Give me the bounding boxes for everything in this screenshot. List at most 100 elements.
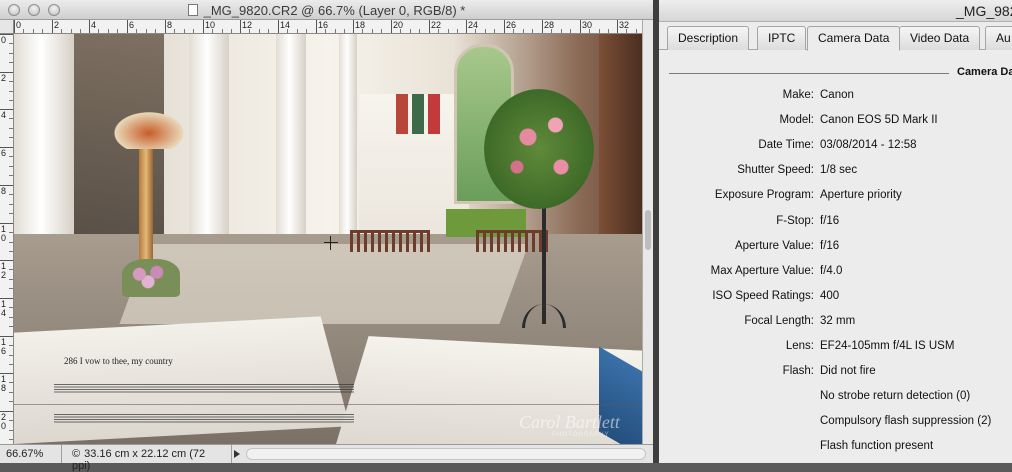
- tab-description[interactable]: Description: [667, 26, 750, 50]
- ruler-tick: [52, 20, 53, 33]
- ruler-tick: [429, 20, 430, 33]
- file-info-titlebar: _MG_9820: [659, 0, 1012, 22]
- ruler-tick: [165, 20, 166, 33]
- field-label: F-Stop:: [776, 215, 814, 227]
- zoom-level-field[interactable]: 66.67%: [0, 445, 62, 463]
- field-label: Exposure Program:: [714, 189, 814, 201]
- field-value[interactable]: Compulsory flash suppression (2): [820, 415, 991, 427]
- ruler-label: 6: [129, 20, 135, 30]
- photo-pillar: [339, 34, 357, 254]
- field-row: Shutter Speed: 1/8 sec: [659, 162, 1012, 180]
- tab-camera-data[interactable]: Camera Data: [807, 26, 901, 51]
- field-row: Flash: Did not fire: [659, 363, 1012, 381]
- ruler-label: 8: [1, 186, 7, 196]
- document-size: 33.16 cm x 22.12 cm (72 ppi): [72, 448, 206, 472]
- scroll-thumb[interactable]: [645, 210, 651, 250]
- file-info-tabs: Description IPTC Camera Data Video Data Au: [659, 26, 1012, 51]
- field-label: Focal Length:: [744, 315, 814, 327]
- field-label: Max Aperture Value:: [710, 265, 814, 277]
- photo-music-staff: [54, 414, 354, 424]
- photo-altar-rail: [476, 230, 548, 252]
- photo-banner: [412, 94, 424, 134]
- ruler-label: 22: [431, 20, 442, 30]
- tab-video-data[interactable]: Video Data: [899, 26, 981, 50]
- field-value[interactable]: Did not fire: [820, 365, 876, 377]
- field-row: Compulsory flash suppression (2): [659, 413, 1012, 431]
- ruler-tick: [89, 20, 90, 33]
- field-row: Lens: EF24-105mm f/4L IS USM: [659, 338, 1012, 356]
- ruler-label: 4: [1, 110, 7, 120]
- guide-line[interactable]: [14, 404, 642, 405]
- field-row: Aperture Value: f/16: [659, 238, 1012, 256]
- field-value[interactable]: Flash function present: [820, 440, 933, 452]
- ruler-tick: [127, 20, 128, 33]
- tab-iptc[interactable]: IPTC: [757, 26, 807, 50]
- ruler-label: 20: [393, 20, 404, 30]
- field-value[interactable]: Canon EOS 5D Mark II: [820, 114, 938, 126]
- ruler-label: 18: [355, 20, 366, 30]
- photo-banner: [396, 94, 408, 134]
- section-title: Camera Dat: [957, 66, 1012, 78]
- ruler-label: 1 6: [1, 337, 7, 356]
- photo-eagle-lectern: [109, 109, 189, 149]
- ruler-tick: [466, 20, 467, 33]
- ruler-tick: [203, 20, 204, 33]
- photo-watermark-sub: PHOTOGRAPHY: [552, 432, 610, 438]
- file-info-title: _MG_9820: [956, 3, 1012, 19]
- ruler-label: 0: [1, 35, 7, 45]
- ruler-label: 0: [16, 20, 22, 30]
- ruler-tick: [240, 20, 241, 33]
- ruler-tick: [617, 20, 618, 33]
- field-value[interactable]: 03/08/2014 - 12:58: [820, 139, 917, 151]
- field-row: Flash function present: [659, 438, 1012, 456]
- status-menu-arrow-icon[interactable]: [234, 450, 240, 458]
- photo-floor-light: [119, 244, 529, 324]
- ruler-tick: [316, 20, 317, 33]
- field-value[interactable]: No strobe return detection (0): [820, 390, 970, 402]
- file-icon: [187, 4, 198, 16]
- ruler-label: 24: [468, 20, 479, 30]
- photo-music-staff: [54, 384, 354, 394]
- field-value[interactable]: f/4.0: [820, 265, 842, 277]
- field-value[interactable]: f/16: [820, 240, 839, 252]
- field-value[interactable]: Aperture priority: [820, 189, 902, 201]
- ruler-label: 14: [280, 20, 291, 30]
- field-label: Date Time:: [758, 139, 814, 151]
- horizontal-ruler[interactable]: 0 2 4 6 8 10 12 14 16 18 20 22 24 26 28 30 32: [14, 20, 642, 34]
- ruler-origin[interactable]: [0, 20, 14, 34]
- ruler-tick: [580, 20, 581, 33]
- ruler-label: 1 0: [1, 224, 7, 243]
- field-value[interactable]: 32 mm: [820, 315, 855, 327]
- ruler-label: 12: [242, 20, 253, 30]
- tab-au[interactable]: Au: [985, 26, 1012, 50]
- document-info[interactable]: © 33.16 cm x 22.12 cm (72 ppi): [64, 445, 232, 472]
- photo-watermark: Carol Bartlett: [519, 412, 620, 432]
- ruler-tick: [353, 20, 354, 33]
- ruler-label: 16: [318, 20, 329, 30]
- horizontal-scrollbar[interactable]: [246, 448, 646, 460]
- field-value[interactable]: Canon: [820, 89, 854, 101]
- section-divider: [669, 73, 949, 74]
- ruler-tick: [542, 20, 543, 33]
- field-label: Model:: [779, 114, 814, 126]
- image-canvas[interactable]: 286 I vow to thee, my country Carol Bart…: [14, 34, 642, 444]
- vertical-ruler[interactable]: 024681 01 21 41 61 82 02 2: [0, 34, 14, 444]
- field-value[interactable]: 1/8 sec: [820, 164, 857, 176]
- ruler-label: 1 4: [1, 299, 7, 318]
- photo-altar-rail: [350, 230, 430, 252]
- copyright-icon: ©: [72, 448, 81, 460]
- field-row: Date Time: 03/08/2014 - 12:58: [659, 137, 1012, 155]
- ruler-label: 2 0: [1, 412, 7, 431]
- photo-hymnbook-left-page: [14, 316, 350, 444]
- field-value[interactable]: f/16: [820, 215, 839, 227]
- field-value[interactable]: 400: [820, 290, 839, 302]
- ruler-label: 28: [544, 20, 555, 30]
- ruler-label: 8: [167, 20, 173, 30]
- field-label: Shutter Speed:: [737, 164, 814, 176]
- ruler-label: 26: [506, 20, 517, 30]
- vertical-scrollbar[interactable]: [642, 20, 653, 444]
- field-value[interactable]: EF24-105mm f/4L IS USM: [820, 340, 954, 352]
- status-bar: 66.67% © 33.16 cm x 22.12 cm (72 ppi): [0, 444, 653, 472]
- field-row: ISO Speed Ratings: 400: [659, 288, 1012, 306]
- ruler-label: 10: [205, 20, 216, 30]
